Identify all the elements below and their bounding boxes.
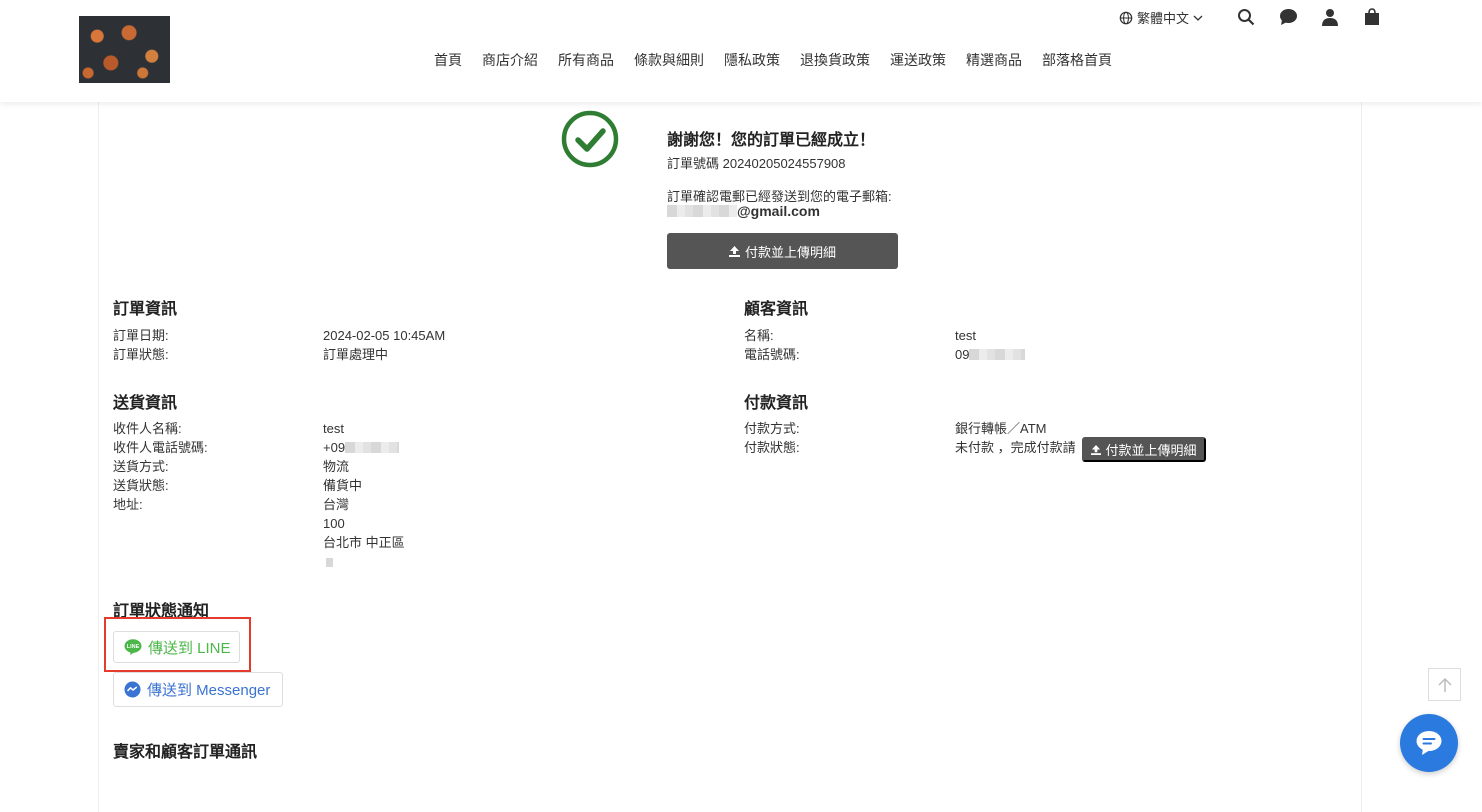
store-logo[interactable]	[79, 16, 170, 83]
payment-info-title: 付款資訊	[744, 395, 809, 412]
pay-upload-button[interactable]: 付款並上傳明細	[667, 233, 898, 269]
phone-prefix: +09	[323, 440, 346, 455]
order-status-label: 訂單狀態:	[113, 347, 169, 362]
order-date-label: 訂單日期:	[113, 328, 169, 343]
delivery-method-label: 送貨方式:	[113, 459, 169, 474]
delivery-status-value: 備貨中	[323, 478, 363, 493]
main-nav: 首頁 商店介紹 所有商品 條款與細則 隱私政策 退換貨政策 運送政策 精選商品 …	[434, 51, 1132, 69]
redacted-text	[667, 205, 737, 217]
upload-icon	[728, 245, 740, 257]
svg-text:LINE: LINE	[127, 644, 140, 650]
site-header: 繁體中文 首頁 商店介紹 所有商品 條款與細則 隱私政策 退換貨政策 運送政策 …	[0, 0, 1482, 102]
pay-upload-small-button[interactable]: 付款並上傳明細	[1082, 437, 1206, 462]
messenger-icon	[124, 681, 141, 698]
globe-icon	[1119, 11, 1133, 24]
language-selector[interactable]: 繁體中文	[1119, 8, 1203, 27]
customer-phone-label: 電話號碼:	[744, 347, 800, 362]
address-zip: 100	[323, 516, 345, 531]
address-label: 地址:	[113, 497, 143, 512]
nav-blog[interactable]: 部落格首頁	[1042, 51, 1112, 69]
messenger-button-label: 傳送到 Messenger	[147, 682, 271, 699]
customer-name-value: test	[955, 328, 976, 343]
scroll-to-top-button[interactable]	[1428, 668, 1461, 701]
cart-icon[interactable]	[1362, 7, 1382, 27]
user-icon[interactable]	[1320, 7, 1340, 27]
order-messages-title: 賣家和顧客訂單通訊	[113, 744, 258, 761]
thanks-title: 謝謝您！您的訂單已經成立！	[667, 132, 876, 149]
check-circle-icon	[561, 110, 619, 168]
nav-about[interactable]: 商店介紹	[482, 51, 538, 69]
arrow-up-icon	[1437, 677, 1452, 692]
pay-upload-label: 付款並上傳明細	[744, 244, 836, 260]
nav-all-products[interactable]: 所有商品	[558, 51, 614, 69]
chat-bubble-icon	[1416, 731, 1442, 755]
chat-icon[interactable]	[1278, 7, 1298, 27]
nav-returns[interactable]: 退換貨政策	[800, 51, 870, 69]
recipient-phone-value: +09	[323, 438, 400, 457]
payment-status-label: 付款狀態:	[744, 440, 800, 455]
redacted-text	[345, 442, 400, 453]
phone-prefix: 09	[955, 347, 970, 362]
customer-name-label: 名稱:	[744, 328, 774, 343]
send-to-messenger-button[interactable]: 傳送到 Messenger	[113, 672, 283, 707]
order-date-value: 2024-02-05 10:45AM	[323, 328, 446, 343]
search-icon[interactable]	[1236, 7, 1256, 27]
recipient-name-label: 收件人名稱:	[113, 421, 182, 436]
recipient-name-value: test	[323, 421, 344, 436]
nav-featured[interactable]: 精選商品	[966, 51, 1022, 69]
order-number: 訂單號碼 20240205024557908	[667, 156, 846, 171]
email-domain: @gmail.com	[737, 203, 820, 219]
chat-widget-button[interactable]	[1400, 714, 1458, 772]
redacted-text	[969, 349, 1026, 360]
order-info-title: 訂單資訊	[113, 301, 178, 318]
send-to-line-button[interactable]: LINE 傳送到 LINE	[113, 631, 240, 663]
recipient-phone-label: 收件人電話號碼:	[113, 440, 208, 455]
payment-method-label: 付款方式:	[744, 421, 800, 436]
payment-status-value: 未付款 ，完成付款請	[955, 440, 1076, 455]
nav-privacy[interactable]: 隱私政策	[724, 51, 780, 69]
customer-phone-value: 09	[955, 345, 1026, 364]
pay-upload-small-label: 付款並上傳明細	[1105, 443, 1197, 458]
customer-info-title: 顧客資訊	[744, 301, 809, 318]
delivery-status-label: 送貨狀態:	[113, 478, 169, 493]
order-status-value: 訂單處理中	[323, 347, 389, 362]
payment-method-value: 銀行轉帳／ATM	[955, 421, 1047, 436]
upload-icon	[1091, 444, 1102, 455]
nav-terms[interactable]: 條款與細則	[634, 51, 704, 69]
line-button-label: 傳送到 LINE	[148, 639, 231, 657]
nav-shipping[interactable]: 運送政策	[890, 51, 946, 69]
nav-home[interactable]: 首頁	[434, 51, 462, 69]
customer-email: @gmail.com	[667, 203, 820, 219]
language-label: 繁體中文	[1137, 11, 1190, 26]
address-city: 台北市 中正區	[323, 535, 405, 550]
delivery-info-title: 送貨資訊	[113, 395, 178, 412]
delivery-method-value: 物流	[323, 459, 350, 474]
chevron-down-icon	[1193, 15, 1203, 21]
line-icon: LINE	[124, 639, 142, 655]
redacted-text	[326, 558, 333, 567]
address-country: 台灣	[323, 497, 350, 512]
